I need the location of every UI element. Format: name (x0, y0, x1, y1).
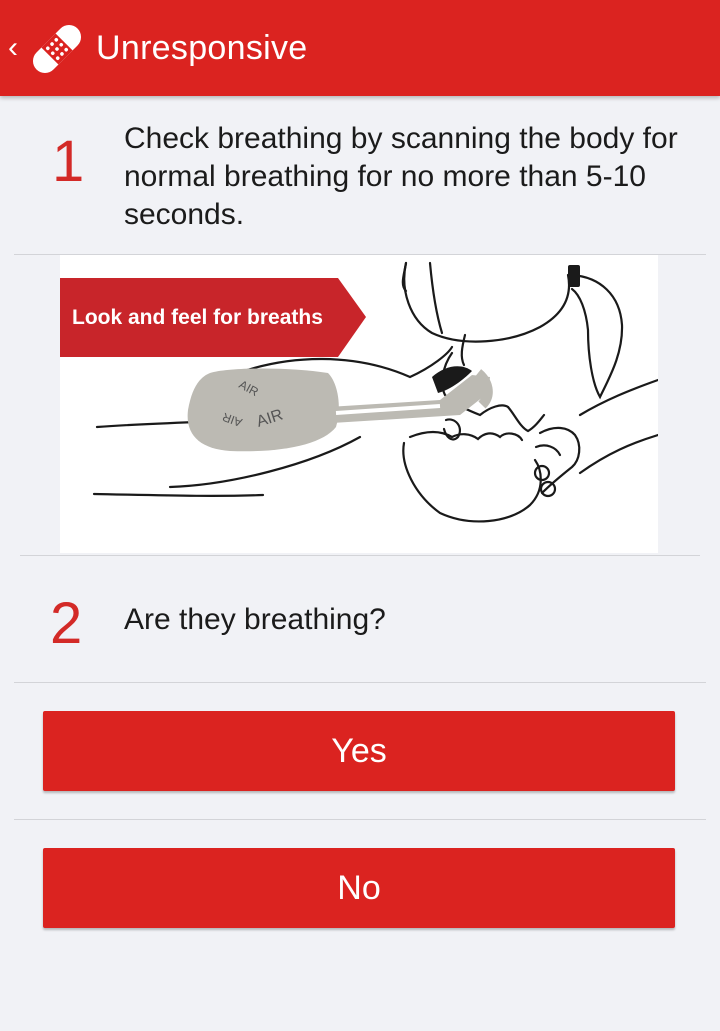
divider (20, 555, 700, 556)
action-bar: ‹ Unresponsive (0, 0, 720, 96)
step-2-number: 2 (50, 591, 83, 656)
no-button[interactable]: No (43, 848, 675, 928)
step-1-number: 1 (52, 129, 85, 194)
divider (14, 819, 706, 820)
rescue-breathing-illustration: AIR AIR AIR Look and feel for breaths (60, 255, 658, 553)
yes-button[interactable]: Yes (43, 711, 675, 791)
step-1-text: Check breathing by scanning the body for… (124, 122, 678, 231)
divider (14, 682, 706, 683)
illustration-banner-label: Look and feel for breaths (72, 306, 323, 329)
page-title: Unresponsive (96, 29, 308, 67)
bandage-icon[interactable] (26, 18, 88, 80)
step-2-text: Are they breathing? (124, 603, 386, 636)
app-screen: ‹ Unresponsive 1 Check breathing by scan… (0, 0, 720, 1031)
back-chevron-icon[interactable]: ‹ (8, 30, 18, 66)
